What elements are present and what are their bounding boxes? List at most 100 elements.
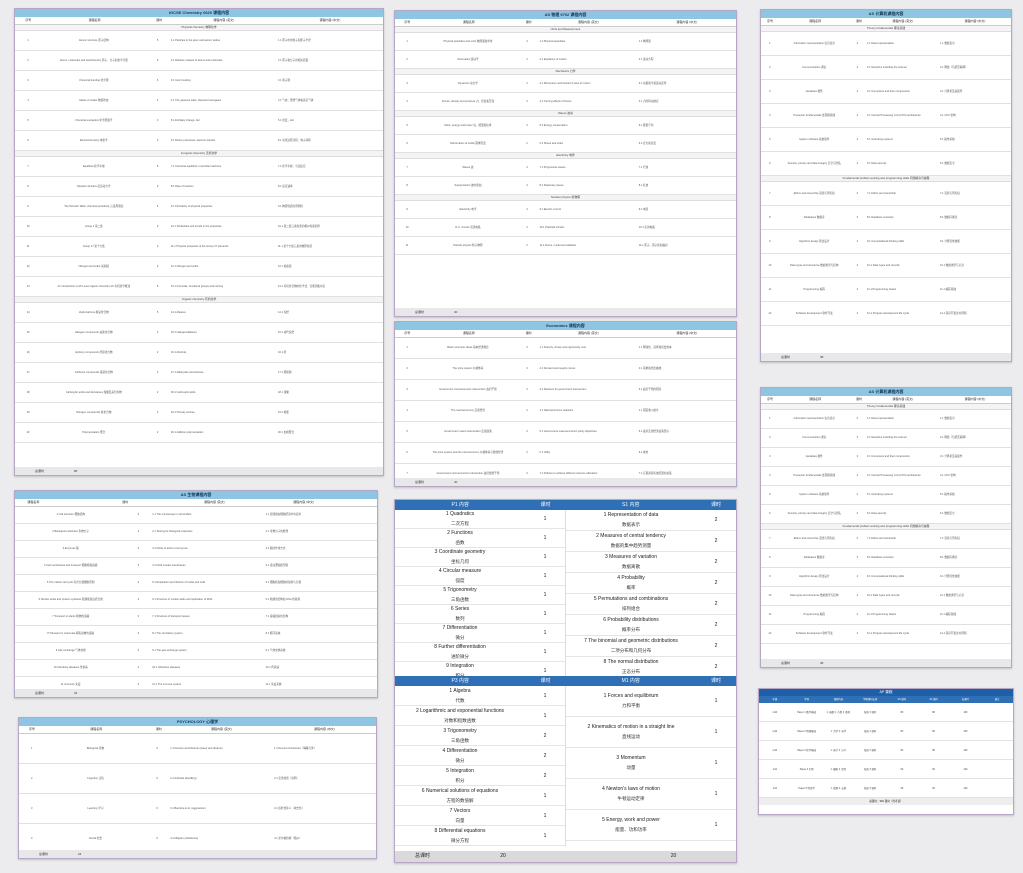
math-topic: 1 Algebra 代数 1 — [395, 686, 565, 706]
ap-row: G11 Paper 4 生物 1. 细胞 2. 遗传 每周 3 课时 60 60 120 — [759, 760, 1013, 779]
table-cell: 7.1 Chemical equilibria: reversible reac… — [170, 165, 222, 168]
table-cell: 4 — [856, 42, 859, 45]
table-cell: 6.1 Utility — [539, 451, 551, 454]
table-cell: 3 — [156, 225, 159, 228]
table-cell: 2.1 Equations of motion — [539, 58, 567, 61]
table-cell: 3.1 计算机及其组件 — [940, 90, 963, 93]
math-topic-hours: 2 — [714, 580, 718, 586]
table-cell: Work, energy and power 功、能量和功率 — [444, 124, 492, 127]
table-cell: The Periodic Table: chemical periodicity… — [64, 205, 124, 208]
table-cell: 1 — [769, 417, 771, 420]
table-cell: 8 — [406, 184, 408, 187]
table-cell: 9.1 Periodicity of physical properties — [170, 205, 213, 208]
document-chemistry[interactable]: IGCSE Chemistry 0620 课程内容 序号 课程名称 课时 课程内容 (… — [14, 8, 384, 476]
table-cell: 7.1 道德与所有权 — [940, 537, 960, 540]
table-cell: 5.1 Replication and division of nuclei a… — [152, 581, 206, 584]
document-computer-science[interactable]: AS 计算机课程内容 序号 课程名称 课时 课程内容 (英文) 课程内容 (中文) The… — [760, 9, 1012, 362]
table-cell: 11 — [26, 245, 30, 248]
table-cell: 8.1 驻波 — [638, 184, 649, 187]
document-header: AS 物理 9702 课程内容 — [395, 11, 736, 19]
table-cell: 1.1 Data representation — [866, 417, 895, 420]
ap-cell: G10 — [772, 729, 778, 733]
math-topic-zh: 弧度 — [455, 578, 465, 583]
math-topic-hours: 1 — [714, 729, 718, 735]
table-row: 9 Gas exchange 气体交换 2 9.1 The gas exchange… — [15, 643, 377, 660]
document-psychology[interactable]: PSYCHOLOGY 心理学 序号 课程名称 课时 课程内容 (英文) 课程内容 (中文… — [18, 717, 377, 859]
document-economics[interactable]: Economics 课程内容 序号 课程名称 课时 课程内容 (英文) 课程内容 (中文… — [394, 321, 737, 487]
table-cell: 1.1 显微镜在细胞研究中的应用 — [265, 513, 302, 516]
column-label: 课时 — [855, 19, 862, 23]
table-row: 5 Government macro intervention 宏观政策 3 5.1 … — [395, 422, 736, 443]
math-topic: 5 Energy, work and power 能量、功和功率 1 — [566, 810, 736, 841]
table-cell: 3 — [406, 82, 408, 85]
table-cell: Processor fundamentals 处理器基础 — [793, 114, 836, 117]
math-topic: 6 Probability distributions 概率分布 2 — [566, 615, 736, 636]
table-cell: 6 — [156, 837, 158, 840]
document-header: PSYCHOLOGY 心理学 — [19, 718, 376, 726]
table-cell: 3 — [526, 346, 528, 349]
math-topic-en: 1 Representation of data — [603, 512, 659, 518]
table-cell: 10.1 Infectious diseases — [152, 666, 181, 669]
math-bottom-header: P3 内容 课时 M1 内容 课时 — [395, 676, 736, 686]
table-cell: 3.1 Mode of action of enzymes — [152, 547, 188, 550]
table-cell: 1.1 稀缺性、选择和机会成本 — [638, 346, 672, 349]
math-topic-hours: 2 — [543, 772, 547, 779]
table-cell: 2 — [769, 66, 771, 69]
table-cell: 16.1 Alcohols — [170, 351, 187, 354]
document-ap[interactable]: AP 课程 年级 学科 课程内容 学期课时安排 AS 课时 A2 课时 总课时 备注 G10 P… — [758, 688, 1014, 815]
table-row: 6 Security, privacy and data integrity 安全… — [761, 505, 1011, 524]
ap-cell: 1. 原子 2. 分子 — [830, 749, 847, 752]
table-cell: Algorithm design 算法设计 — [799, 240, 830, 243]
table-row: 11 Programming 编程 4 11.1 Programming basics… — [761, 278, 1011, 302]
math-topic-name: 7 The binomial and geometric distributio… — [566, 637, 696, 655]
table-row: 3 Dynamics 动力学 4 3.1 Momentum and Newton's … — [395, 75, 736, 93]
math-topic-name: 1 Forces and equilibrium 力和平衡 — [566, 692, 696, 710]
table-cell: 6.1 Redox processes: electron transfer — [170, 139, 216, 142]
table-cell: 9.1 物理性质的周期性 — [277, 205, 304, 208]
math-topic-hours: 2 — [714, 643, 718, 649]
table-cell: 4.1 National income statistics — [539, 409, 574, 412]
table-cell: 4 — [526, 100, 528, 103]
table-cell: 18 — [26, 391, 30, 394]
document-computer-science-2[interactable]: AS 计算机课程内容 序号 课程名称 课时 课程内容 (英文) 课程内容 (中文) The… — [760, 387, 1012, 668]
table-row: 4 Processor fundamentals 处理器基础 3 4.1 Centra… — [761, 467, 1011, 486]
ap-row: G11 Paper 5 经济学 1. 微观 2. 宏观 每周 3 课时 60 60 120 — [759, 779, 1013, 798]
table-cell: 2 — [856, 162, 859, 165]
table-cell: Processor fundamentals 处理器基础 — [793, 474, 836, 477]
table-cell: 4 — [156, 205, 159, 208]
table-cell: 13 — [26, 285, 30, 288]
table-cell: 1 — [769, 42, 771, 45]
document-physics[interactable]: AS 物理 9702 课程内容 序号 课程名称 课时 课程内容 (英文) 课程内容 (中… — [394, 10, 737, 317]
table-cell: 8.1 Database concepts — [866, 216, 894, 219]
total-label: 总课时 — [39, 852, 49, 856]
document-biology[interactable]: AS 生物课程内容 课程名称 课时 课程内容 (英文) 课程内容 (中文) 1 Cell… — [14, 490, 378, 698]
total-row: 总课时 24 — [19, 850, 376, 858]
math-topic-en: 8 The normal distribution — [603, 659, 659, 665]
table-cell: 8 — [769, 556, 771, 559]
ap-cell: Paper 5 经济学 — [798, 787, 815, 790]
document-math[interactable]: P1 内容 课时 S1 内容 课时 1 Quadratics 二次方程 1 2 Fun… — [394, 499, 737, 863]
table-row: 2 Kinematics 运动学 4 2.1 Equations of motion 2… — [395, 51, 736, 69]
table-cell: 3.1 离子键 — [277, 79, 291, 82]
table-cell: Communication 通信 — [802, 436, 827, 439]
table-cell: 4.1 流动镶嵌模型膜 — [265, 564, 289, 567]
table-cell: 3.1 Ionic bonding — [170, 79, 191, 82]
table-row: 7 Waves 波 4 7.1 Progressive waves 7.1 行波 — [395, 159, 736, 177]
math-topic-en: 1 Forces and equilibrium — [603, 693, 659, 699]
math-topic-name: 8 Further differentiation 进阶微分 — [395, 643, 525, 661]
table-cell: 3 — [769, 90, 771, 93]
table-cell: 9 — [27, 205, 29, 208]
table-cell: 2 — [856, 192, 859, 195]
table-cell: 2.1 Networks including the internet — [866, 436, 907, 439]
table-cell: 17.1 Aldehydes and ketones — [170, 371, 204, 374]
table-cell: Data types and structures 数据类型与结构 — [790, 264, 839, 267]
table-cell: 3 — [137, 615, 140, 618]
table-cell: 11 — [768, 288, 772, 291]
math-topic-zh: 数列 — [455, 616, 465, 621]
table-cell: 2 — [156, 331, 159, 334]
math-topic: 3 Trigonometry 三角函数 2 — [395, 726, 565, 746]
table-cell: 7 Transport in plants 植物的运输 — [52, 615, 90, 618]
table-cell: 2.1 运动方程 — [638, 58, 654, 61]
math-topic-hours: 1 — [543, 668, 547, 674]
math-topic-hours: 1 — [714, 822, 718, 828]
